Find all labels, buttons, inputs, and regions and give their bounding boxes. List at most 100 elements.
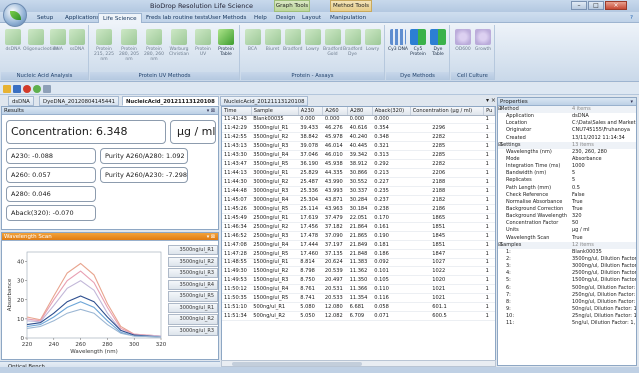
table-row[interactable]: 11:50:12 1500ng/ul_R4 8.761 20.531 11.366 0.1… <box>222 284 495 295</box>
property-row[interactable]: 9: 50ng/ul, Dilution Factor: 1, W <box>498 306 636 313</box>
bradford-button[interactable]: Bradford <box>283 29 303 69</box>
ssdna-button[interactable]: ssDNA <box>67 29 87 69</box>
table-horizontal-scrollbar[interactable] <box>221 360 496 367</box>
close-document-icon[interactable]: ▾ × <box>486 97 496 104</box>
property-row[interactable]: Background Correction True <box>498 206 636 213</box>
tab-freds-lab[interactable]: Freds lab routine tests <box>146 13 208 23</box>
table-row[interactable]: 11:45:26 3000ng/ul_R5 25.114 43.963 30.184 0.… <box>222 204 495 214</box>
property-row[interactable]: Background Wavelength 320 <box>498 213 636 220</box>
warburg-christian-button[interactable]: Warburg Christian <box>167 29 191 69</box>
table-row[interactable]: 11:48:55 1500ng/ul_R1 8.814 20.624 11.383 0.0… <box>222 258 495 268</box>
bca-button[interactable]: BCA <box>243 29 262 69</box>
table-row[interactable]: 11:51:10 500ng/ul_R1 5.080 12.080 6.681 0.058… <box>222 302 495 313</box>
property-row[interactable]: Normalise Absorbance True <box>498 199 636 206</box>
column-header[interactable]: A230 <box>298 107 324 116</box>
bradford-gold-button[interactable]: Bradford Gold <box>323 29 343 69</box>
table-row[interactable]: 11:41:43 Blank00035 0.000 0.000 0.000 0.000 1 <box>222 115 495 125</box>
doc-tab-dsdna[interactable]: dsDNA <box>8 96 34 106</box>
doc-tab-nucleicacid-active[interactable]: NucleicAcid_20121113120108 <box>122 96 219 106</box>
tab-applications[interactable]: Applications <box>65 13 99 23</box>
property-row[interactable]: Bandwidth (nm) 5 <box>498 170 636 177</box>
stop-icon[interactable] <box>23 85 31 93</box>
dye-table-button[interactable]: Dye Table <box>428 29 448 69</box>
property-section[interactable]: ⊟ Samples 12 items <box>498 241 636 249</box>
legend-item[interactable]: 3500ng/ul_R5 <box>168 291 218 302</box>
property-row[interactable]: Path Length (mm) 0.5 <box>498 185 636 192</box>
property-row[interactable]: Concentration Factor 50 <box>498 220 636 227</box>
bradford-dye-button[interactable]: Bradford Dye <box>343 29 363 69</box>
table-row[interactable]: 11:51:34 500ng/ul_R2 5.050 12.082 6.709 0.071… <box>222 311 495 322</box>
property-row[interactable]: 3: 3000ng/ul, Dilution Factor: 1 <box>498 263 636 270</box>
table-row[interactable]: 11:43:47 3500ng/ul_R5 36.190 45.938 38.912 0.… <box>222 159 495 170</box>
table-row[interactable]: 11:45:49 2500ng/ul_R1 17.619 37.479 22.051 0.… <box>222 213 495 223</box>
legend-item[interactable]: 3500ng/ul_R1 <box>168 245 218 256</box>
column-header[interactable]: A260 <box>322 107 349 116</box>
tab-layout[interactable]: Layout <box>302 13 321 23</box>
folder-icon[interactable] <box>3 85 11 93</box>
pin-icon[interactable]: ▾ <box>630 98 633 106</box>
property-section[interactable]: ⊟ Method 4 items <box>498 106 636 114</box>
table-row[interactable]: 11:44:48 3000ng/ul_R3 25.336 43.993 30.337 0.… <box>222 186 495 196</box>
legend-item[interactable]: 3000ng/ul_R1 <box>168 302 218 314</box>
property-row[interactable]: Originator CNU745155\Fruhanoya <box>498 127 636 134</box>
table-row[interactable]: 11:46:52 2500ng/ul_R3 17.478 37.090 21.865 0.… <box>222 231 495 241</box>
legend-item[interactable]: 3500ng/ul_R2 <box>168 256 218 267</box>
pin-icon[interactable]: ▾ ⊠ <box>207 107 215 115</box>
growth-button[interactable]: Growth <box>473 29 493 69</box>
column-header[interactable]: Concentration (µg / ml) <box>410 107 485 116</box>
tab-setup[interactable]: Setup <box>37 13 53 23</box>
context-tab-method-tools[interactable]: Method Tools <box>330 0 372 12</box>
column-header[interactable]: A280 <box>347 107 373 116</box>
context-tab-graph-tools[interactable]: Graph Tools <box>274 0 310 12</box>
maximize-button[interactable]: □ <box>588 1 604 10</box>
dsdna-button[interactable]: dsDNA <box>3 29 23 69</box>
column-header[interactable]: Pu <box>483 107 495 116</box>
cy3-dna-button[interactable]: Cy3 DNA <box>388 29 408 69</box>
protein-280-205-button[interactable]: Protein 280, 205 nm <box>117 29 141 69</box>
oligonucleotide-button[interactable]: Oligonucleotide <box>23 29 58 69</box>
property-row[interactable]: 4: 2500ng/ul, Dilution Factor: 1 <box>498 270 636 277</box>
scrollbar-thumb[interactable] <box>232 362 362 366</box>
property-row[interactable]: Location C:\Data\Sales and Marketing <box>498 120 636 127</box>
property-row[interactable]: Replicates 5 <box>498 177 636 184</box>
table-row[interactable]: 11:47:08 2500ng/ul_R4 17.444 37.197 21.849 0.… <box>222 240 495 250</box>
legend-item[interactable]: 3500ng/ul_R4 <box>168 279 218 290</box>
cy5-protein-button[interactable]: Cy5 Protein <box>408 29 428 69</box>
table-row[interactable]: 11:50:35 1500ng/ul_R5 8.741 20.533 11.354 0.1… <box>222 293 495 304</box>
protein-table-button[interactable]: Protein Table <box>215 29 237 69</box>
property-row[interactable]: 7: 250ng/ul, Dilution Factor: 1, W <box>498 292 636 299</box>
protein-uv-button[interactable]: Protein UV <box>192 29 214 69</box>
lowry-button[interactable]: Lowry <box>303 29 322 69</box>
property-row[interactable]: Units µg / ml <box>498 227 636 234</box>
column-header[interactable]: Time <box>222 107 252 116</box>
app-menu-button[interactable] <box>3 3 27 27</box>
legend-item[interactable]: 3000ng/ul_R2 <box>168 314 218 325</box>
legend-item[interactable]: 3000ng/ul_R3 <box>168 326 218 337</box>
table-row[interactable]: 11:49:53 1500ng/ul_R3 8.750 20.497 11.350 0.1… <box>222 275 495 286</box>
table-row[interactable]: 11:44:30 3000ng/ul_R2 25.487 43.990 30.552 0.… <box>222 177 495 187</box>
save-icon[interactable] <box>13 85 21 93</box>
table-row[interactable]: 11:42:55 3500ng/ul_R2 38.842 45.978 40.240 0.… <box>222 132 495 143</box>
table-row[interactable]: 11:42:29 3500ng/ul_R1 39.433 46.276 40.616 0.… <box>222 123 495 134</box>
property-row[interactable]: Check Reference False <box>498 192 636 199</box>
table-row[interactable]: 11:43:30 3500ng/ul_R4 37.046 46.010 39.342 0.… <box>222 150 495 161</box>
property-row[interactable]: 6: 500ng/ul, Dilution Factor: 1, W <box>498 285 636 292</box>
property-row[interactable]: Wavelength Scan True <box>498 235 636 242</box>
help-icon[interactable]: ? <box>630 13 633 23</box>
wavelength-scan-chart[interactable]: 010203040220 240 260 280 300 320Wavelength (n… <box>3 242 169 358</box>
table-row[interactable]: 11:47:28 2500ng/ul_R5 17.460 37.135 21.848 0.… <box>222 249 495 259</box>
rna-button[interactable]: RNA <box>49 29 67 69</box>
protein-280-260-button[interactable]: Protein 280, 260 nm <box>142 29 166 69</box>
table-row[interactable]: 11:44:13 3000ng/ul_R1 25.829 44.335 30.866 0.… <box>222 168 495 179</box>
property-row[interactable]: 1: Blank00035 <box>498 249 636 256</box>
lowry-2-button[interactable]: Lowry <box>363 29 382 69</box>
settings-icon[interactable] <box>43 85 51 93</box>
property-row[interactable]: 10: 25ng/ul, Dilution Factor: 1, W <box>498 313 636 320</box>
table-row[interactable]: 11:46:34 2500ng/ul_R2 17.456 37.182 21.864 0.… <box>222 222 495 232</box>
property-row[interactable]: 8: 100ng/ul, Dilution Factor: 1, W <box>498 299 636 306</box>
column-header[interactable]: Sample <box>251 107 299 116</box>
tab-user-methods[interactable]: User Methods <box>208 13 246 23</box>
doc-tab-dyedna[interactable]: DyeDNA_20120804145441 <box>39 96 119 106</box>
biuret-button[interactable]: Biuret <box>263 29 282 69</box>
tab-manipulation[interactable]: Manipulation <box>330 13 366 23</box>
